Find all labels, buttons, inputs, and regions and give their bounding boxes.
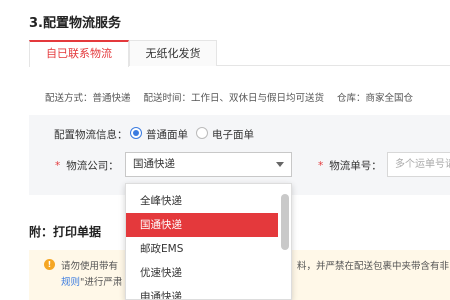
dropdown-option-ems[interactable]: 邮政EMS bbox=[126, 237, 278, 261]
radio-electronic-waybill[interactable] bbox=[196, 127, 208, 139]
required-mark: * bbox=[55, 160, 61, 172]
radio-electronic-waybill-label[interactable]: 电子面单 bbox=[212, 127, 254, 142]
dropdown-option-quanfeng[interactable]: 全峰快递 bbox=[126, 189, 278, 213]
warning-icon: ! bbox=[44, 259, 55, 270]
print-section-title: 附：打印单据 bbox=[29, 225, 102, 239]
delivery-info: 配送方式：普通快递 配送时间：工作日、双休日与假日均可送货 仓库：商家全国仓 bbox=[45, 90, 426, 104]
dropdown-option-yousu[interactable]: 优速快递 bbox=[126, 261, 278, 285]
tracking-number-input[interactable]: 多个运单号请 bbox=[387, 152, 450, 177]
radio-normal-waybill-label[interactable]: 普通面单 bbox=[146, 127, 188, 142]
config-label: 配置物流信息： bbox=[54, 129, 128, 141]
company-dropdown-menu: 全峰快递 国通快递 邮政EMS 优速快递 申通快递 bbox=[125, 183, 292, 300]
radio-normal-waybill[interactable] bbox=[130, 127, 142, 139]
delivery-time: 配送时间：工作日、双休日与假日均可送货 bbox=[143, 93, 325, 104]
dropdown-option-shentong[interactable]: 申通快递 bbox=[126, 285, 278, 299]
caret-down-icon bbox=[276, 162, 284, 167]
company-select-value: 国通快递 bbox=[133, 158, 175, 170]
notice-line-2: 规则"进行严肃 bbox=[61, 277, 123, 288]
dropdown-option-guotong[interactable]: 国通快递 bbox=[126, 213, 278, 237]
dropdown-scrollbar[interactable] bbox=[281, 194, 289, 250]
tracking-label: * 物流单号： bbox=[318, 160, 382, 172]
notice-text-start: 请勿使用带有 bbox=[61, 261, 119, 272]
section-title: 3.配置物流服务 bbox=[29, 16, 121, 31]
rules-link[interactable]: 规则 bbox=[61, 277, 80, 288]
tab-paperless-shipping[interactable]: 无纸化发货 bbox=[129, 40, 217, 66]
warehouse: 仓库：商家全国仓 bbox=[337, 93, 414, 104]
logistics-company-select[interactable]: 国通快递 bbox=[125, 152, 292, 177]
required-mark: * bbox=[318, 160, 324, 172]
tab-self-logistics[interactable]: 自已联系物流 bbox=[29, 40, 129, 67]
notice-text-end: 料，并严禁在配送包裹中夹带含有非 bbox=[297, 261, 450, 272]
company-label: * 物流公司： bbox=[55, 160, 119, 172]
delivery-method: 配送方式：普通快递 bbox=[45, 93, 131, 104]
tab-bar: 自已联系物流 无纸化发货 bbox=[29, 40, 450, 67]
